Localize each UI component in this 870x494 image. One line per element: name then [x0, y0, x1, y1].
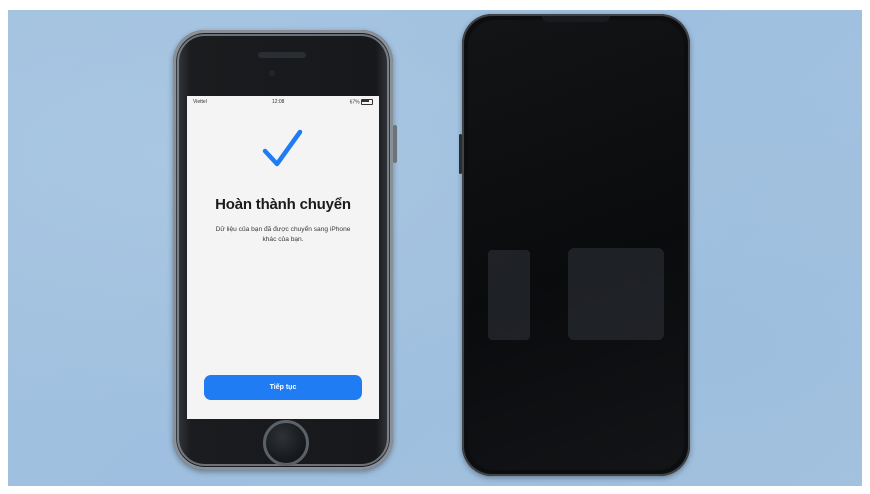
clock-label: 12:08 [271, 99, 285, 105]
notch [542, 16, 610, 22]
status-bar: Viettel 12:08 67% [187, 96, 379, 108]
battery-icon [360, 98, 373, 105]
screen-reflection [488, 250, 530, 340]
front-camera [269, 70, 275, 76]
earpiece-speaker [258, 52, 306, 58]
description-text: Dữ liệu của bạn đã được chuyển sang iPho… [215, 226, 351, 243]
blank-screen [468, 20, 684, 470]
continue-button[interactable]: Tiếp tục [204, 375, 362, 400]
battery-percent: 67% [349, 99, 360, 106]
right-phone [459, 14, 690, 476]
screen-reflection [568, 248, 664, 340]
carrier-label: Viettel [193, 99, 207, 105]
page-title: Hoàn thành chuyển [215, 196, 351, 213]
power-button [393, 125, 397, 163]
photo: Viettel 12:08 67% Hoàn thành chuyển Dữ l… [8, 10, 862, 486]
left-phone: Viettel 12:08 67% Hoàn thành chuyển Dữ l… [173, 30, 397, 470]
checkmark-icon [262, 129, 303, 167]
home-button[interactable] [263, 420, 309, 466]
phone-screen: Viettel 12:08 67% Hoàn thành chuyển Dữ l… [187, 96, 379, 419]
volume-button [459, 134, 462, 174]
battery-indicator: 67% [349, 98, 373, 106]
